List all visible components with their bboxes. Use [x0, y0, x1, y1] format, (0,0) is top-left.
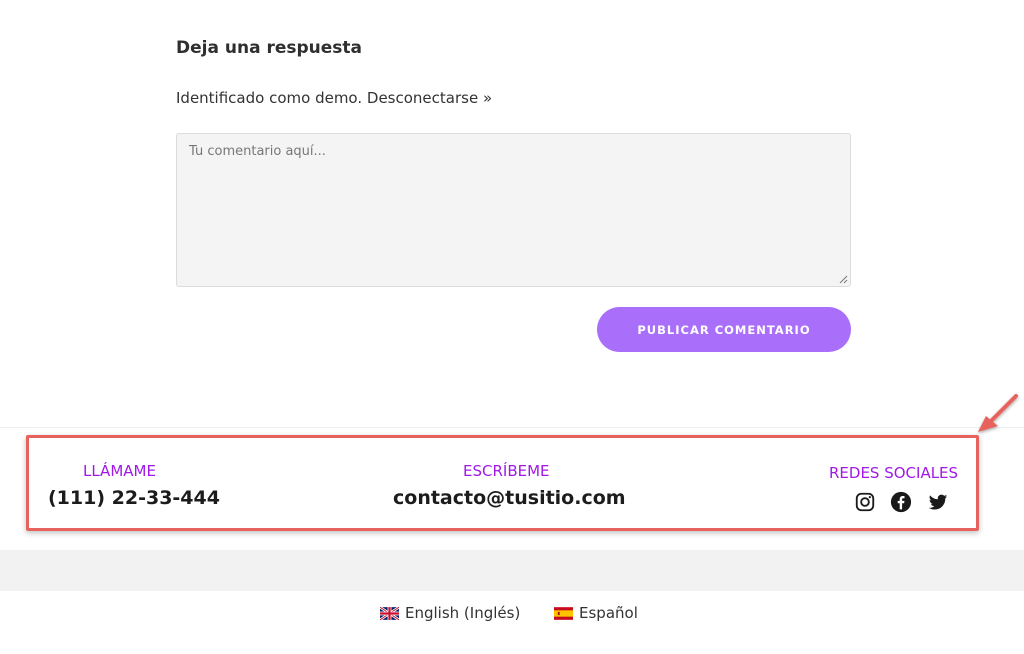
highlight-box — [26, 435, 979, 531]
logged-in-text: Identificado como demo. Desconectarse » — [176, 89, 492, 107]
comment-textarea[interactable] — [176, 133, 851, 287]
gray-band — [0, 550, 1024, 591]
language-switcher: English (Inglés) Español — [0, 604, 1024, 628]
resize-grip-icon[interactable] — [839, 275, 848, 284]
logged-in-prefix: Identificado como demo. — [176, 89, 367, 107]
language-spanish-label: Español — [579, 604, 638, 622]
logout-link[interactable]: Desconectarse » — [367, 89, 492, 107]
spain-flag-icon — [554, 606, 573, 620]
reply-title: Deja una respuesta — [176, 38, 363, 58]
language-english-label: English (Inglés) — [405, 604, 521, 622]
language-spanish[interactable]: Español — [554, 604, 638, 622]
uk-flag-icon — [380, 606, 399, 620]
language-english[interactable]: English (Inglés) — [380, 604, 520, 622]
submit-comment-button[interactable]: PUBLICAR COMENTARIO — [597, 307, 851, 352]
annotation-arrow-icon — [978, 394, 1018, 432]
